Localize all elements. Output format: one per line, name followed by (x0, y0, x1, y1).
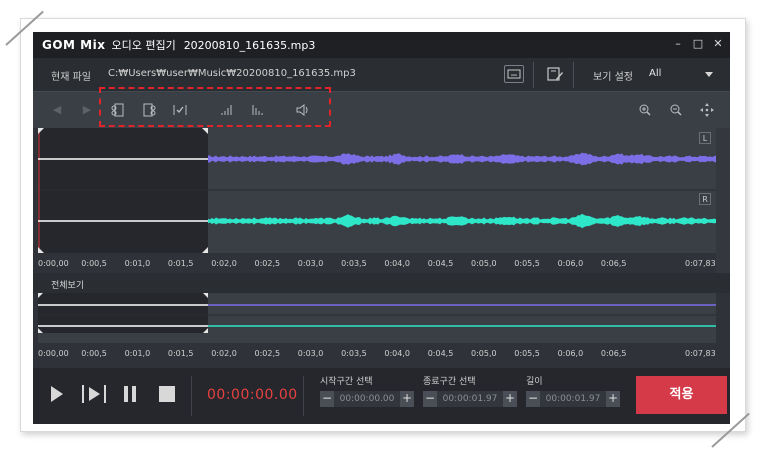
length-label: 길이 (526, 377, 543, 387)
play-selection-button[interactable] (81, 384, 107, 404)
info-separator (533, 62, 534, 88)
ruler-tick-label: 0:00,00 (38, 259, 69, 268)
end-range-label: 종료구간 선택 (423, 377, 476, 387)
minimize-button[interactable]: – (672, 36, 684, 52)
ruler-tick-label: 0:04,5 (427, 349, 454, 358)
ruler-tick-label: 0:01,5 (167, 259, 194, 268)
ruler-tick-label: 0:00,00 (38, 349, 69, 358)
right-channel-wave (208, 213, 716, 229)
current-time-display: 00:00:00.00 (207, 387, 298, 403)
ruler-tick-label: 0:03,5 (341, 349, 367, 358)
length-minus-button[interactable]: − (526, 391, 540, 407)
ruler-tick-label: 0:05,5 (514, 349, 540, 358)
start-plus-button[interactable]: + (400, 391, 414, 407)
ruler-tick-label: 0:02,5 (254, 349, 281, 358)
ruler-tick-label: 0:02,0 (211, 349, 237, 358)
open-folder-button[interactable] (504, 65, 524, 83)
ruler-tick-label: 0:01,0 (124, 349, 151, 358)
ruler-tick-label: 0:04,0 (384, 349, 410, 358)
controls-separator (191, 376, 192, 416)
play-button[interactable] (49, 384, 65, 404)
ruler-tick-label: 0:07,83 (685, 259, 716, 268)
overview-label: 전체보기 (51, 281, 85, 291)
right-channel-label: R (699, 193, 711, 205)
zoom-out-icon[interactable] (668, 102, 684, 118)
maximize-button[interactable]: □ (692, 36, 704, 52)
file-title: 20200810_161635.mp3 (183, 38, 316, 52)
ruler-tick-label: 0:05,0 (471, 349, 497, 358)
audio-editor-window: GOM Mix 오디오 편집기 20200810_161635.mp3 – □ … (33, 32, 730, 424)
ruler-tick-label: 0:06,5 (600, 349, 627, 358)
ruler-tick-label: 0:07,83 (685, 349, 716, 358)
file-path: C:₩Users₩user₩Music₩20200810_161635.mp3 (108, 68, 356, 79)
folder-icon (507, 69, 521, 79)
end-minus-button[interactable]: − (423, 391, 437, 407)
ruler-tick-label: 0:03,5 (341, 259, 367, 268)
left-channel-wave (208, 152, 716, 166)
view-settings-select[interactable]: All (649, 68, 661, 79)
length-stepper: − 00:00:01.97 + (526, 390, 620, 408)
tool-highlight-box (99, 87, 331, 127)
apply-button[interactable]: 적용 (636, 376, 727, 414)
ruler-tick-label: 0:05,5 (514, 259, 540, 268)
start-range-label: 시작구간 선택 (320, 377, 373, 387)
start-range-input[interactable]: 00:00:00.00 (334, 391, 400, 407)
ruler-tick-label: 0:01,0 (124, 259, 151, 268)
ruler-tick-label: 0:06,0 (557, 349, 584, 358)
arrow-right-icon[interactable]: ▶ (79, 102, 95, 118)
fit-view-icon[interactable] (699, 102, 715, 118)
overview-header: 전체보기 (33, 273, 730, 293)
controls-separator (303, 376, 304, 416)
left-channel-label: L (699, 132, 711, 144)
title-bar: GOM Mix 오디오 편집기 20200810_161635.mp3 – □ … (33, 32, 730, 58)
ruler-tick-label: 0:05,0 (471, 259, 497, 268)
current-file-label: 현재 파일 (51, 72, 91, 83)
save-file-button[interactable] (545, 65, 565, 83)
playback-controls: 00:00:00.00 시작구간 선택 − 00:00:00.00 + 종료구간… (33, 368, 730, 424)
time-ruler-ticks: 0:00,00 0:00,5 0:01,0 0:01,5 0:02,0 0:02,5 0:0… (38, 253, 716, 273)
ruler-tick-label: 0:03,0 (297, 349, 324, 358)
ruler-tick-label: 0:01,5 (167, 349, 194, 358)
info-separator (573, 62, 574, 88)
app-title: 오디오 편집기 (111, 39, 176, 52)
close-button[interactable]: ✕ (712, 36, 724, 52)
arrow-left-icon[interactable]: ◀ (49, 102, 65, 118)
end-plus-button[interactable]: + (503, 391, 517, 407)
start-minus-button[interactable]: − (320, 391, 334, 407)
ruler-tick-label: 0:04,0 (384, 259, 410, 268)
save-edit-icon (547, 67, 563, 81)
app-logo: GOM Mix (42, 38, 106, 52)
length-plus-button[interactable]: + (606, 391, 620, 407)
ruler-tick-label: 0:06,0 (557, 259, 584, 268)
end-range-stepper: − 00:00:01.97 + (423, 390, 517, 408)
ruler-tick-label: 0:02,0 (211, 259, 237, 268)
ruler-tick-label: 0:03,0 (297, 259, 324, 268)
overview-waveform[interactable] (38, 293, 716, 343)
ruler-tick-label: 0:00,5 (81, 259, 107, 268)
window-controls: – □ ✕ (672, 36, 724, 52)
view-settings-label: 보기 설정 (593, 72, 633, 83)
start-range-stepper: − 00:00:00.00 + (320, 390, 414, 408)
overview-selection[interactable] (38, 293, 208, 333)
pause-button[interactable] (122, 384, 138, 404)
ruler-tick-label: 0:02,5 (254, 259, 281, 268)
stop-button[interactable] (158, 384, 176, 404)
zoom-in-icon[interactable] (637, 102, 653, 118)
ruler-tick-label: 0:06,5 (600, 259, 627, 268)
chevron-down-icon[interactable] (705, 72, 713, 77)
overview-ruler-ticks: 0:00,00 0:00,5 0:01,0 0:01,5 0:02,0 0:02,5 0:0… (38, 343, 716, 363)
ruler-tick-label: 0:00,5 (81, 349, 107, 358)
end-range-input[interactable]: 00:00:01.97 (437, 391, 503, 407)
vertical-scrollbar[interactable] (716, 128, 730, 279)
ruler-tick-label: 0:04,5 (427, 259, 454, 268)
length-input[interactable]: 00:00:01.97 (540, 391, 606, 407)
